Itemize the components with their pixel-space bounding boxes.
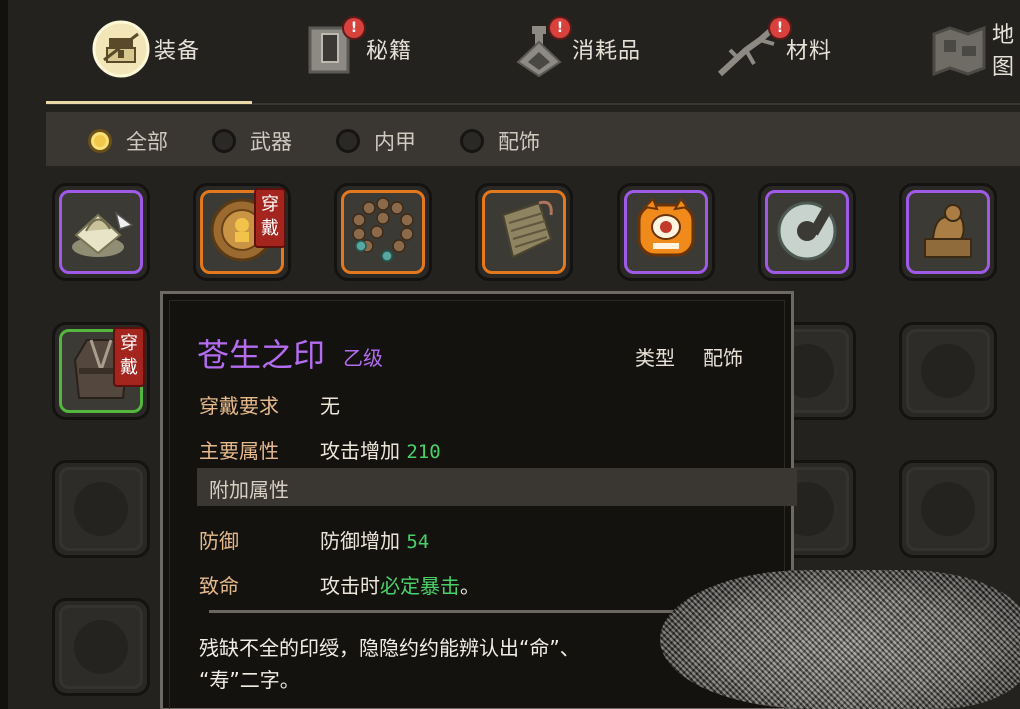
category-tabs: 装备 ! 秘籍 ! 消耗品 ! 材料 地图 <box>46 0 1020 105</box>
extra-attributes-title: 附加属性 <box>209 478 289 502</box>
active-tab-indicator <box>46 101 252 104</box>
tab-equipment[interactable]: 装备 <box>92 14 200 84</box>
item-grade: 乙级 <box>343 346 383 370</box>
defense-label: 防御 <box>199 529 239 553</box>
tab-manuals[interactable]: ! 秘籍 <box>304 14 412 84</box>
empty-slot[interactable] <box>899 322 997 420</box>
jade-ring-icon <box>772 195 842 269</box>
filter-all[interactable]: 全部 <box>88 126 168 156</box>
notification-badge: ! <box>550 18 570 38</box>
requirement-value: 无 <box>320 394 340 418</box>
item-slot[interactable] <box>617 183 715 281</box>
jade-seal-icon <box>66 195 136 269</box>
critical-label: 致命 <box>199 574 239 598</box>
potion-icon: ! <box>510 18 570 78</box>
item-slot[interactable]: 穿戴 <box>52 322 150 420</box>
item-slot[interactable] <box>899 183 997 281</box>
item-slot[interactable] <box>475 183 573 281</box>
filter-weapon[interactable]: 武器 <box>212 126 292 156</box>
item-slot[interactable]: 穿戴 <box>193 183 291 281</box>
critical-highlight: 必定暴击 <box>380 574 460 598</box>
extra-attributes-header: 附加属性 <box>197 468 797 506</box>
tab-map-label: 地图 <box>992 23 1016 80</box>
filter-label: 全部 <box>126 130 168 154</box>
empty-slot[interactable] <box>52 460 150 558</box>
main-attribute-text: 攻击增加 <box>320 439 400 463</box>
inventory-panel: 装备 ! 秘籍 ! 消耗品 ! 材料 地图 全部 武器 内甲 配饰 穿戴 穿戴 … <box>0 0 1020 709</box>
tab-materials-label: 材料 <box>786 39 833 64</box>
herb-icon: ! <box>716 18 790 78</box>
empty-slot[interactable] <box>899 460 997 558</box>
map-icon <box>930 20 988 78</box>
tab-materials[interactable]: ! 材料 <box>716 14 832 84</box>
orange-eye-creature-icon <box>631 195 701 269</box>
filter-bar: 全部 武器 内甲 配饰 <box>46 112 1020 166</box>
notification-badge: ! <box>770 18 790 38</box>
tab-consumables-label: 消耗品 <box>572 39 642 64</box>
filter-label: 内甲 <box>374 130 416 154</box>
defense-value: 防御增加 54 <box>320 525 429 554</box>
worn-badge: 穿戴 <box>256 190 284 246</box>
radio-icon[interactable] <box>212 129 236 153</box>
tab-map[interactable]: 地图 <box>930 14 1020 84</box>
radio-selected-icon[interactable] <box>88 129 112 153</box>
item-slot[interactable] <box>334 183 432 281</box>
item-type-value: 配饰 <box>703 346 743 370</box>
filter-accessory[interactable]: 配饰 <box>460 126 540 156</box>
critical-value: 攻击时必定暴击。 <box>320 574 480 598</box>
item-description: 残缺不全的印绶，隐隐约约能辨认出“命”、 “寿”二字。 <box>199 636 580 692</box>
bronze-seal-icon <box>913 195 983 269</box>
tab-equipment-label: 装备 <box>154 39 201 64</box>
defense-text: 防御增加 <box>320 529 400 553</box>
filter-inner-armor[interactable]: 内甲 <box>336 126 416 156</box>
cloth-armor-icon <box>489 195 559 269</box>
equipment-icon <box>92 20 150 78</box>
item-type-label: 类型 <box>635 346 675 370</box>
main-attribute-label: 主要属性 <box>199 439 279 463</box>
notification-badge: ! <box>344 18 364 38</box>
defense-number: 54 <box>406 531 430 553</box>
empty-slot[interactable] <box>52 598 150 696</box>
noise-overlay <box>660 570 1020 709</box>
filter-label: 武器 <box>250 130 292 154</box>
prayer-beads-icon <box>347 194 419 270</box>
tab-manuals-label: 秘籍 <box>366 39 413 64</box>
book-icon: ! <box>304 18 364 78</box>
radio-icon[interactable] <box>460 129 484 153</box>
main-attribute-number: 210 <box>406 441 441 463</box>
worn-badge: 穿戴 <box>115 329 143 385</box>
item-slot[interactable] <box>758 183 856 281</box>
radio-icon[interactable] <box>336 129 360 153</box>
item-name: 苍生之印 <box>197 336 326 374</box>
filter-label: 配饰 <box>498 130 540 154</box>
item-slot[interactable] <box>52 183 150 281</box>
main-attribute-value: 攻击增加 210 <box>320 435 441 464</box>
requirement-label: 穿戴要求 <box>199 394 279 418</box>
tab-consumables[interactable]: ! 消耗品 <box>510 14 641 84</box>
